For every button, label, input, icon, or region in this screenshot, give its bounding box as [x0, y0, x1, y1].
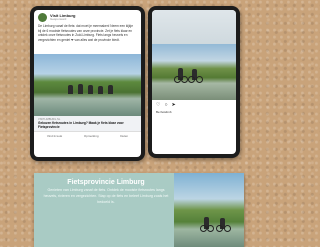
link-preview[interactable]: VISITLIMBURG.NL Gekozen fietsroutes in L…: [34, 116, 141, 131]
post-photo[interactable]: [34, 54, 141, 116]
ig-header-image: [152, 10, 236, 44]
heart-icon[interactable]: ♡: [156, 103, 160, 108]
instagram-tablet: ♡ ○ ➤ Be fietslimb: [148, 6, 240, 158]
instagram-screen: ♡ ○ ➤ Be fietslimb: [152, 10, 236, 154]
facebook-screen: Visit Limburg Gesponsord De Limburg vana…: [34, 10, 141, 157]
post-text: De Limburg vanaf de fiets: dat moet je m…: [38, 24, 133, 42]
banner-cyclists: [194, 215, 244, 232]
comment-icon[interactable]: ○: [164, 103, 167, 108]
link-title: Gekozen fietsroutes in Limburg? Maak je …: [38, 121, 124, 129]
post-meta: Gesponsord: [50, 17, 67, 21]
share-button[interactable]: Delen: [120, 134, 128, 138]
post-actions: Vind ik leuk Opmerking Delen: [34, 131, 141, 140]
avatar[interactable]: [38, 13, 47, 22]
post-header: Visit Limburg Gesponsord: [34, 10, 141, 23]
post-author: Visit Limburg Gesponsord: [50, 14, 75, 21]
comment-button[interactable]: Opmerking: [84, 134, 99, 138]
ig-caption: Be fietslimb: [156, 110, 172, 114]
banner-title: Fietsprovincie Limburg: [67, 179, 145, 186]
facebook-tablet: Visit Limburg Gesponsord De Limburg vana…: [30, 6, 145, 161]
ig-actions: ♡ ○ ➤: [152, 100, 236, 109]
banner-photo: [174, 173, 244, 247]
banner-text: Fietsprovincie Limburg Genieten van Limb…: [42, 179, 170, 205]
promo-banner[interactable]: Fietsprovincie Limburg Genieten van Limb…: [34, 173, 244, 247]
ig-post-photo[interactable]: [152, 44, 236, 100]
share-icon[interactable]: ➤: [172, 103, 176, 108]
riders-illustration: [64, 82, 124, 94]
like-button[interactable]: Vind ik leuk: [47, 134, 62, 138]
banner-body: Genieten van Limburg vanaf de fiets. Ont…: [43, 188, 169, 204]
cyclists-illustration: [172, 66, 212, 83]
